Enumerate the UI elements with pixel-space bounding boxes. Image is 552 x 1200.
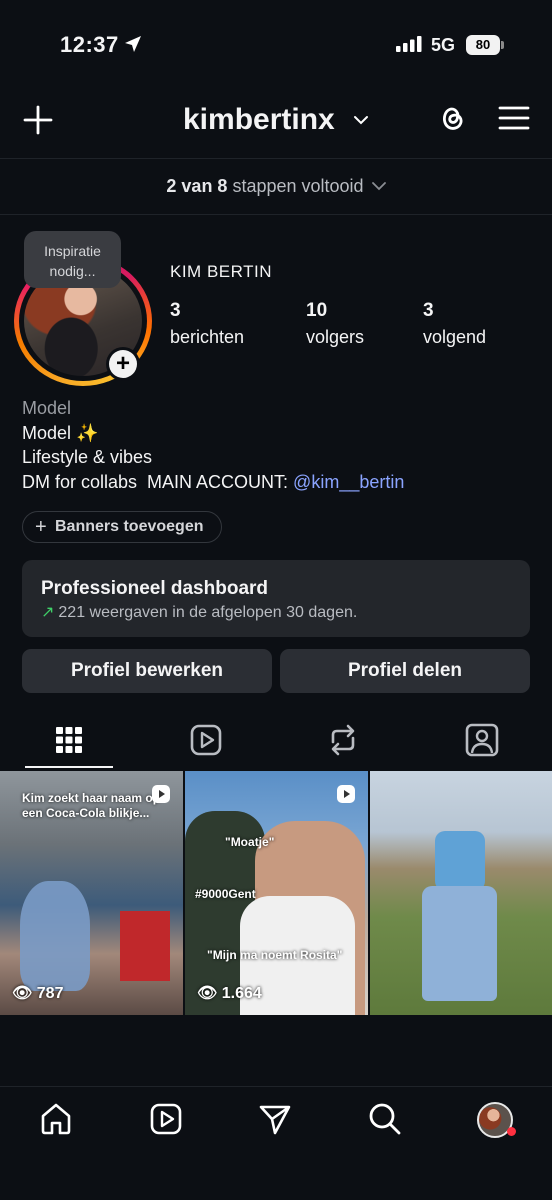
reels-icon[interactable] [186, 720, 226, 760]
battery-level: 80 [466, 35, 500, 55]
home-icon[interactable] [39, 1102, 73, 1136]
add-story-button[interactable]: + [106, 347, 140, 381]
post-caption: "Mijn ma noemt Rosita" [207, 948, 343, 962]
stat-value: 10 [306, 300, 328, 321]
notification-dot [507, 1127, 516, 1136]
note-bubble[interactable]: Inspiratie nodig... [24, 231, 121, 288]
stat-label: volgers [306, 327, 365, 347]
chevron-down-icon[interactable] [353, 112, 369, 128]
post-tile[interactable]: "Moatje" #9000Gent "Mijn ma noemt Rosita… [185, 771, 368, 1015]
tagged-icon[interactable] [462, 720, 502, 760]
view-count: 👁 787 [12, 983, 63, 1003]
reels-icon[interactable] [149, 1102, 183, 1136]
stat-label: volgend [423, 327, 487, 347]
reposts-icon[interactable] [323, 720, 363, 760]
post-caption: "Moatje" [225, 835, 275, 849]
stat-value: 3 [423, 300, 434, 321]
view-count-value: 1.664 [221, 985, 262, 1002]
bio-category: Model [22, 398, 72, 418]
stat-following[interactable]: 3 volgend [423, 300, 486, 348]
professional-dashboard[interactable]: Professioneel dashboard ↗ 221 weergaven i… [22, 560, 530, 637]
plus-icon: + [35, 516, 47, 538]
stat-posts[interactable]: 3 berichten [170, 300, 244, 348]
plus-icon: + [109, 350, 137, 378]
battery-icon: 80 [466, 35, 504, 55]
network-type: 5G [431, 35, 456, 55]
threads-icon[interactable] [436, 101, 470, 135]
steps-count: 2 van 8 [166, 176, 228, 196]
bio-line: DM for collabs MAIN ACCOUNT: @kim__berti… [22, 470, 404, 495]
eye-icon: 👁 [12, 985, 33, 1002]
active-tab-indicator [25, 766, 113, 768]
dashboard-title: Professioneel dashboard [41, 578, 269, 599]
onboarding-progress[interactable]: 2 van 8 stappen voltooid [0, 176, 552, 197]
edit-profile-button[interactable]: Profiel bewerken [22, 649, 272, 693]
dashboard-stats: 221 weergaven in de afgelopen 30 dagen. [58, 604, 358, 621]
display-name: KIM BERTIN [170, 262, 272, 281]
add-banners-button[interactable]: + Banners toevoegen [22, 511, 222, 543]
cellular-signal-icon [396, 36, 422, 52]
bio-mention-link[interactable]: @kim__bertin [293, 472, 404, 492]
username-title[interactable]: kimbertinx [183, 103, 335, 137]
post-tile[interactable]: Kim zoekt haar naam op een Coca-Cola bli… [0, 771, 183, 1015]
chevron-down-icon [371, 182, 386, 191]
reel-badge-icon [152, 785, 170, 803]
stat-value: 3 [170, 300, 181, 321]
steps-text: stappen voltooid [232, 176, 364, 196]
eye-icon: 👁 [197, 985, 218, 1002]
banner-button-label: Banners toevoegen [55, 518, 204, 535]
profile-bio: Model Model ✨ Lifestyle & vibes DM for c… [22, 396, 404, 494]
send-icon[interactable] [258, 1102, 292, 1136]
view-count: 👁 1.664 [197, 983, 262, 1003]
post-caption: Kim zoekt haar naam op een Coca-Cola bli… [22, 791, 161, 820]
stat-label: berichten [170, 327, 245, 347]
share-profile-button[interactable]: Profiel delen [280, 649, 530, 693]
status-time: 12:37 [60, 32, 119, 57]
location-arrow-icon [125, 36, 141, 52]
hamburger-menu-icon[interactable] [498, 103, 530, 133]
bio-text: DM for collabs MAIN ACCOUNT: [22, 471, 294, 492]
search-icon[interactable] [368, 1102, 402, 1136]
create-plus-icon[interactable] [22, 104, 54, 136]
post-tile[interactable] [370, 771, 552, 1015]
stat-followers[interactable]: 10 volgers [306, 300, 364, 348]
status-bar: 12:37 5G 80 [0, 0, 552, 88]
view-count-value: 787 [36, 985, 64, 1002]
bio-line: Model ✨ [22, 422, 99, 443]
trend-up-icon: ↗ [41, 604, 55, 621]
bio-line: Lifestyle & vibes [22, 447, 153, 467]
grid-icon[interactable] [49, 720, 89, 760]
reel-badge-icon [337, 785, 355, 803]
post-caption: #9000Gent [195, 887, 256, 901]
profile-header: kimbertinx [0, 95, 552, 147]
dashboard-subtitle: ↗ 221 weergaven in de afgelopen 30 dagen. [41, 602, 357, 622]
divider [0, 214, 552, 215]
divider [0, 158, 552, 159]
